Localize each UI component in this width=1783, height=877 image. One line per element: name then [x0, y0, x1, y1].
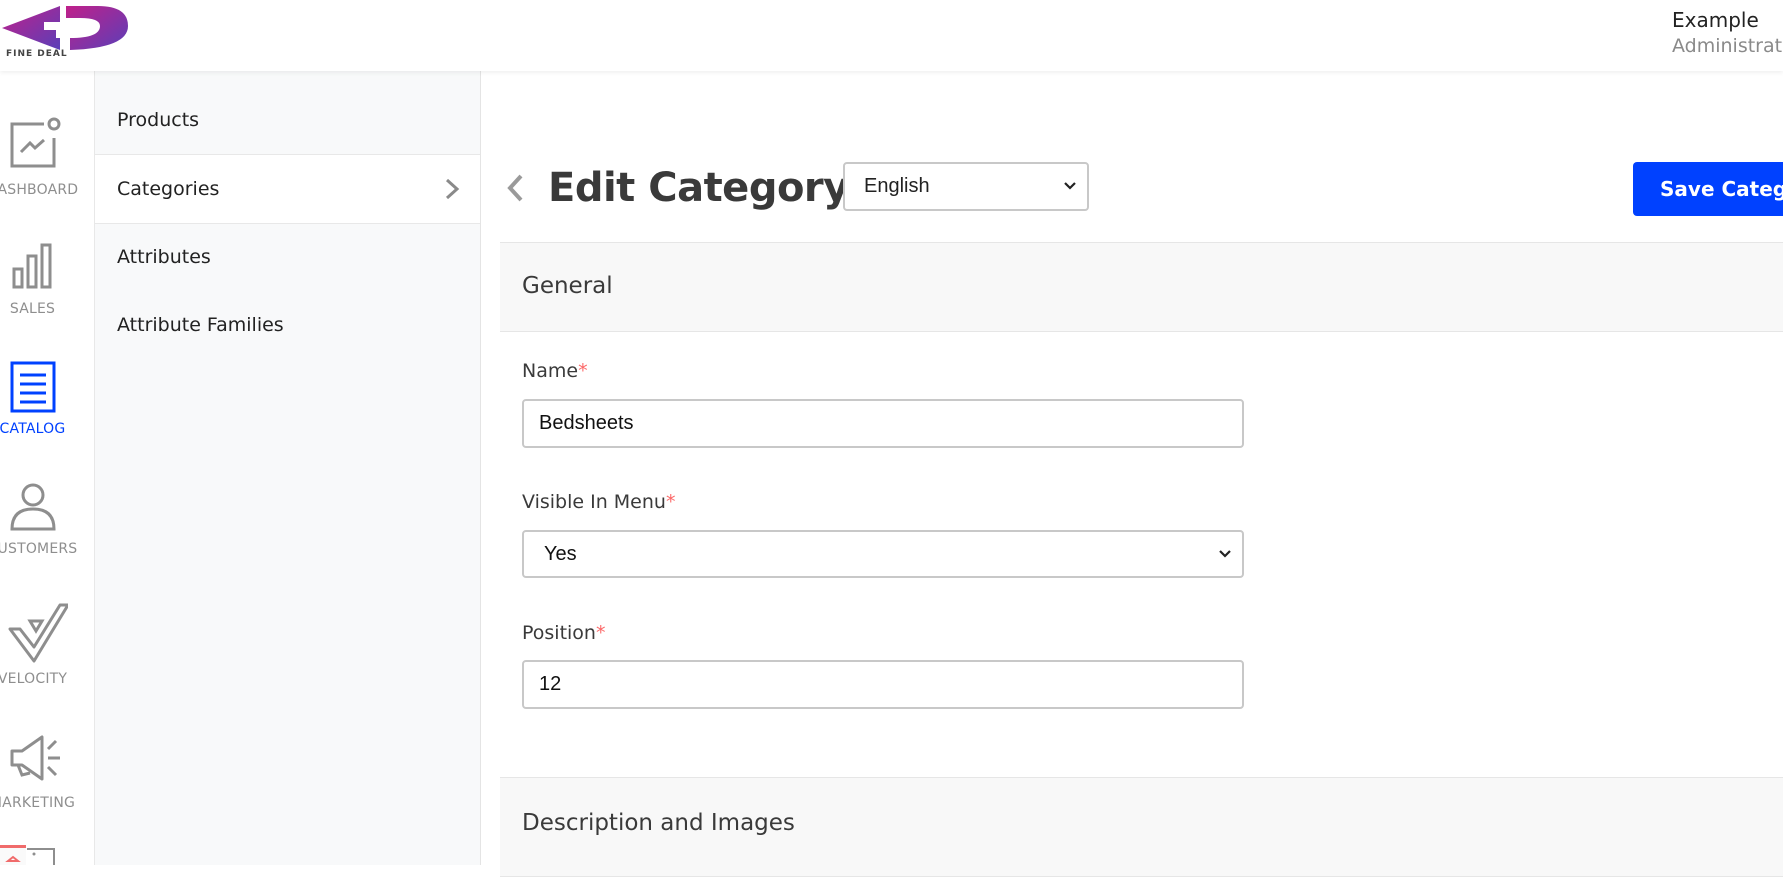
main-content: Edit Category English Save Category Gene… — [481, 71, 1783, 877]
rail-item-marketing[interactable]: MARKETING — [0, 733, 94, 843]
rail-item-customers[interactable]: CUSTOMERS — [0, 481, 94, 591]
visible-in-menu-label: Visible In Menu* — [522, 491, 675, 513]
logo-text: FINE DEAL — [6, 49, 68, 59]
settings-partial-icon — [0, 845, 55, 865]
person-icon — [10, 483, 56, 531]
subnav-label: Attributes — [117, 246, 211, 268]
chevron-right-icon — [445, 178, 460, 200]
required-mark: * — [578, 360, 588, 382]
dashboard-icon — [10, 117, 61, 168]
catalog-list-icon — [10, 361, 56, 413]
rail-item-velocity[interactable]: VELOCITY — [0, 601, 94, 711]
rail-label: SALES — [9, 301, 56, 317]
chevron-down-icon — [1064, 182, 1076, 190]
logo-mark-icon — [2, 6, 128, 50]
name-input[interactable]: Bedsheets — [522, 399, 1244, 448]
subnav-item-attributes[interactable]: Attributes — [95, 223, 480, 291]
subnav-label: Products — [117, 109, 200, 131]
rail-label: CATALOG — [0, 421, 66, 437]
position-label: Position* — [522, 622, 605, 644]
save-category-button[interactable]: Save Category — [1633, 162, 1783, 216]
subnav-item-categories[interactable]: Categories — [95, 154, 480, 224]
locale-select[interactable]: English — [843, 162, 1089, 211]
back-chevron-icon[interactable] — [505, 173, 525, 203]
description-section-header[interactable]: Description and Images — [500, 777, 1783, 877]
general-section-header[interactable]: General — [500, 242, 1783, 332]
page-title: Edit Category — [548, 165, 849, 211]
user-role: Administrator — [1672, 35, 1783, 57]
user-name: Example — [1672, 8, 1759, 32]
rail-item-dashboard[interactable]: DASHBOARD — [0, 116, 94, 226]
subnav-item-attribute-families[interactable]: Attribute Families — [95, 291, 480, 359]
rail-item-sales[interactable]: SALES — [0, 241, 94, 351]
bar-chart-icon — [12, 243, 52, 289]
locale-select-value: English — [864, 175, 930, 197]
fine-deal-logo[interactable]: FINE DEAL — [0, 2, 128, 62]
section-title: Description and Images — [522, 810, 795, 836]
name-label-text: Name — [522, 360, 579, 382]
subnav-label: Attribute Families — [117, 314, 284, 336]
velocity-check-icon — [8, 603, 68, 663]
position-label-text: Position — [522, 622, 596, 644]
rail-label: DASHBOARD — [0, 182, 79, 198]
chevron-down-icon — [1219, 550, 1231, 558]
visible-in-menu-label-text: Visible In Menu — [522, 491, 666, 513]
name-label: Name* — [522, 360, 588, 382]
required-mark: * — [595, 622, 606, 644]
rail-label: VELOCITY — [0, 671, 68, 687]
position-input-value: 12 — [539, 673, 562, 695]
visible-in-menu-select[interactable]: Yes — [522, 530, 1244, 578]
catalog-subnav: Products Categories Attributes Attribute… — [95, 71, 481, 865]
rail-item-catalog[interactable]: CATALOG — [0, 361, 94, 471]
main-nav-rail: DASHBOARD SALES CATALOG CUSTOMERS VE — [0, 71, 95, 865]
position-input[interactable]: 12 — [522, 660, 1244, 709]
subnav-item-products[interactable]: Products — [95, 86, 480, 154]
user-menu[interactable]: Example Administrator — [1672, 8, 1783, 57]
rail-item-partial[interactable] — [0, 845, 94, 865]
visible-in-menu-value: Yes — [544, 542, 577, 565]
rail-label: CUSTOMERS — [0, 541, 78, 557]
megaphone-icon — [10, 735, 60, 781]
section-title: General — [522, 273, 613, 299]
top-header: FINE DEAL Example Administrator — [0, 0, 1783, 71]
name-input-value: Bedsheets — [539, 412, 634, 434]
required-mark: * — [665, 491, 676, 513]
subnav-label: Categories — [117, 178, 220, 200]
rail-label: MARKETING — [0, 795, 76, 811]
